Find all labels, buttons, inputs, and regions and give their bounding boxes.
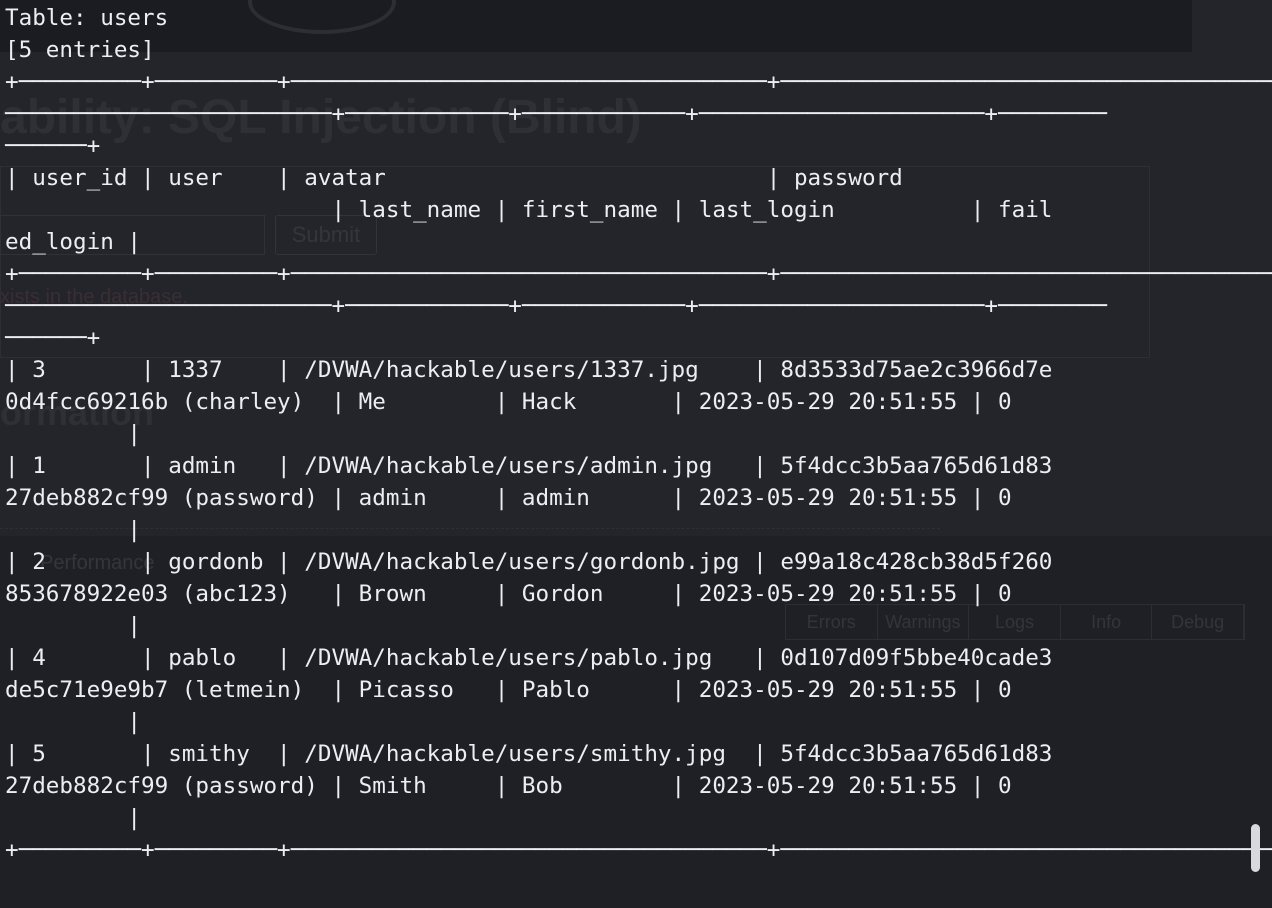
terminal-line: | bbox=[5, 709, 142, 735]
terminal-line: ed_login | bbox=[5, 229, 142, 255]
terminal-line: ──────+ bbox=[5, 325, 101, 351]
terminal-line: ──────+ bbox=[5, 133, 101, 159]
terminal-line: | user_id | user | avatar | password bbox=[5, 165, 903, 191]
terminal-line: de5c71e9e9b7 (letmein) | Picasso | Pablo… bbox=[5, 677, 1012, 703]
terminal-scrollbar-thumb[interactable] bbox=[1251, 824, 1260, 872]
terminal-line: | bbox=[5, 517, 142, 543]
terminal-line: +─────────+─────────+───────────────────… bbox=[5, 261, 1272, 287]
terminal-line: [5 entries] bbox=[5, 37, 155, 63]
terminal-line: +─────────+─────────+───────────────────… bbox=[5, 69, 1272, 95]
terminal-line: | bbox=[5, 613, 142, 639]
terminal-line: Table: users bbox=[5, 5, 169, 31]
terminal-line: +─────────+─────────+───────────────────… bbox=[5, 837, 1272, 863]
terminal-line: 0d4fcc69216b (charley) | Me | Hack | 202… bbox=[5, 389, 1012, 415]
terminal-line: | 1 | admin | /DVWA/hackable/users/admin… bbox=[5, 453, 1053, 479]
terminal-line: | 4 | pablo | /DVWA/hackable/users/pablo… bbox=[5, 645, 1053, 671]
terminal-output[interactable]: Table: users [5 entries] +─────────+──────… bbox=[5, 2, 1272, 866]
terminal-line: | 2 | gordonb | /DVWA/hackable/users/gor… bbox=[5, 549, 1053, 575]
terminal-line: 27deb882cf99 (password) | Smith | Bob | … bbox=[5, 773, 1012, 799]
terminal-line: 853678922e03 (abc123) | Brown | Gordon |… bbox=[5, 581, 1012, 607]
terminal-line: | 3 | 1337 | /DVWA/hackable/users/1337.j… bbox=[5, 357, 1053, 383]
terminal-line: ────────────────────────+────────────+──… bbox=[5, 101, 1107, 127]
terminal-line: | 5 | smithy | /DVWA/hackable/users/smit… bbox=[5, 741, 1053, 767]
terminal-line: ────────────────────────+────────────+──… bbox=[5, 293, 1107, 319]
terminal-line: | bbox=[5, 805, 142, 831]
terminal-line: | last_name | first_name | last_login | … bbox=[5, 197, 1053, 223]
terminal-line: | bbox=[5, 421, 142, 447]
terminal-line: 27deb882cf99 (password) | admin | admin … bbox=[5, 485, 1012, 511]
